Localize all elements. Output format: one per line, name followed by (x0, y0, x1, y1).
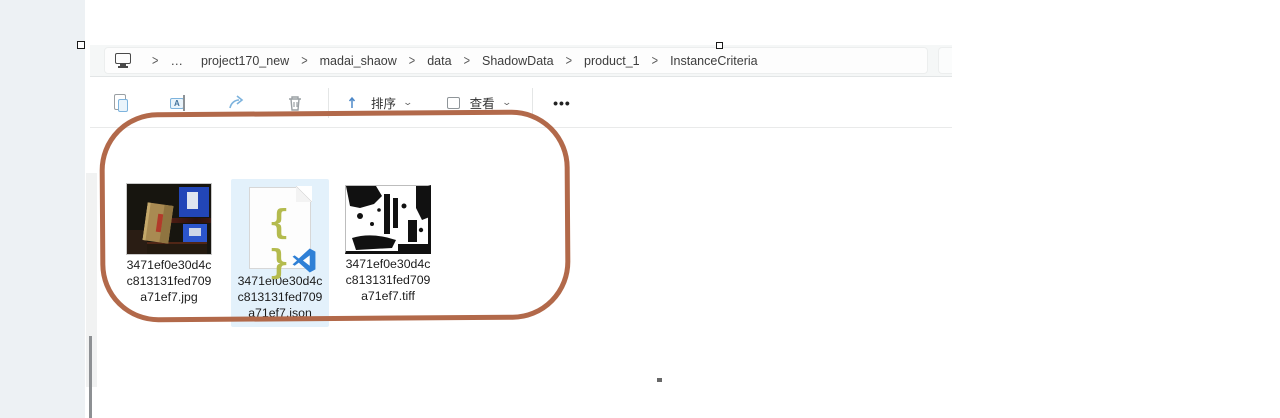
breadcrumb-item-product_1[interactable]: product_1 (582, 51, 642, 71)
breadcrumb-item-madai_shaow[interactable]: madai_shaow (318, 51, 399, 71)
this-pc-monitor-icon[interactable] (115, 53, 132, 68)
selection-handle[interactable] (77, 41, 85, 49)
breadcrumb-item-project170_new[interactable]: project170_new (199, 51, 291, 71)
share-icon (228, 94, 246, 112)
vertical-scrollbar[interactable] (86, 173, 97, 387)
chevron-right-icon: > (291, 53, 317, 68)
breadcrumb-item-shadowdata[interactable]: ShadowData (480, 51, 556, 71)
more-ellipsis-icon: ••• (553, 95, 571, 111)
selection-handle[interactable] (716, 42, 723, 49)
rename-icon: A (170, 94, 188, 112)
scrollbar-thumb[interactable] (89, 336, 92, 418)
view-icon (446, 94, 464, 112)
paste-icon (112, 94, 130, 112)
search-box-cropped[interactable] (938, 47, 952, 74)
paste-button[interactable] (106, 88, 136, 118)
screenshot-canvas: > … project170_new > madai_shaow > data … (0, 0, 1280, 418)
chevron-down-icon: ⌄ (501, 97, 512, 108)
chevron-right-icon: > (642, 53, 668, 68)
chevron-right-icon: > (142, 53, 168, 68)
sort-icon (347, 94, 365, 112)
breadcrumb-item-data[interactable]: data (425, 51, 453, 71)
chevron-right-icon: > (556, 53, 582, 68)
chevron-right-icon: > (399, 53, 425, 68)
chevron-right-icon: > (454, 53, 480, 68)
document-left-gutter (0, 0, 85, 418)
address-bar-strip: > … project170_new > madai_shaow > data … (90, 45, 952, 77)
breadcrumb-overflow[interactable]: … (168, 51, 185, 71)
hand-drawn-highlight-rectangle (99, 109, 570, 322)
more-options-button[interactable]: ••• (547, 89, 577, 117)
stray-dot (657, 378, 662, 382)
sort-label: 排序 (371, 93, 396, 112)
chevron-down-icon: ⌄ (403, 97, 414, 108)
breadcrumb-item-instancecriteria[interactable]: InstanceCriteria (668, 51, 760, 71)
breadcrumb[interactable]: > … project170_new > madai_shaow > data … (104, 47, 928, 74)
delete-trash-icon (286, 94, 304, 112)
